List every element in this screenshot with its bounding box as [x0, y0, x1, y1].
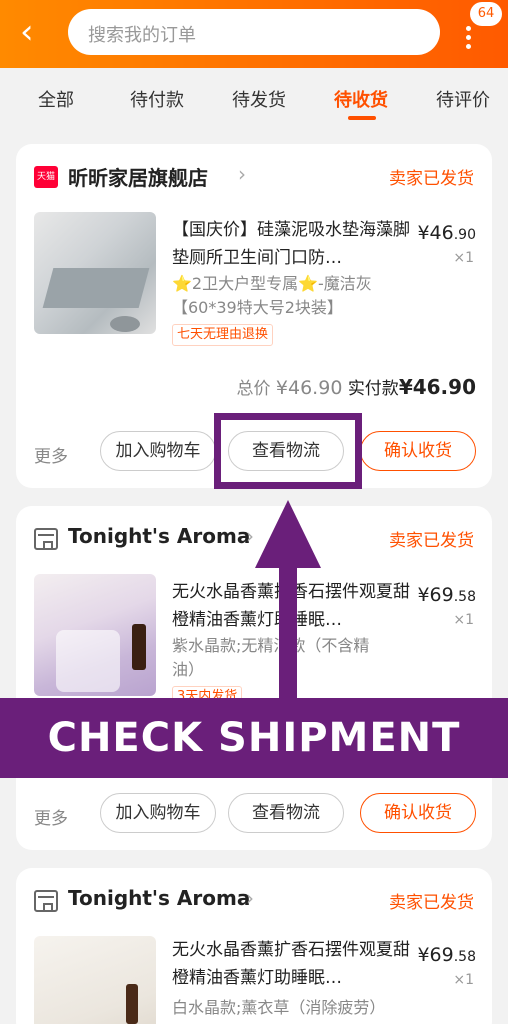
add-to-cart-button[interactable]: 加入购物车 [100, 793, 216, 833]
tab-pending-shipment[interactable]: 待发货 [232, 86, 286, 112]
store-icon [34, 890, 58, 912]
product-price: ¥69.58 [417, 944, 476, 966]
notification-badge: 64 [470, 2, 502, 26]
chevron-left-icon[interactable]: ‹ [20, 14, 50, 50]
shop-name[interactable]: Tonight's Aroma [68, 524, 250, 548]
product-price: ¥46.90 [417, 222, 476, 244]
order-total: 总价 ¥46.90 实付款¥46.90 [236, 375, 476, 399]
confirm-receipt-button[interactable]: 确认收货 [360, 431, 476, 471]
product-price: ¥69.58 [417, 584, 476, 606]
tmall-icon: 天猫 [34, 166, 58, 188]
shop-name[interactable]: 昕昕家居旗舰店 [68, 162, 208, 191]
product-sku: 白水晶款;薰衣草（消除疲劳） [172, 998, 386, 1017]
product-image[interactable] [34, 936, 156, 1024]
view-logistics-button[interactable]: 查看物流 [228, 793, 344, 833]
product-title[interactable]: 无火水晶香薰扩香石摆件观夏甜橙精油香薰灯助睡眠… [172, 936, 412, 992]
chevron-right-icon[interactable]: › [246, 886, 254, 910]
search-input[interactable]: 搜索我的订单 [68, 9, 440, 55]
star-icon: ⭐ [172, 274, 192, 293]
active-tab-indicator [348, 116, 376, 120]
tab-pending-review[interactable]: 待评价 [436, 86, 490, 112]
product-quantity: ×1 [453, 250, 474, 266]
more-button[interactable]: 更多 [34, 804, 68, 829]
order-card: Tonight's Aroma › 卖家已发货 无火水晶香薰扩香石摆件观夏甜橙精… [16, 868, 492, 1024]
chevron-right-icon[interactable]: › [238, 162, 246, 186]
highlight-box [214, 413, 362, 489]
chevron-right-icon[interactable]: › [246, 524, 254, 548]
search-placeholder: 搜索我的订单 [88, 25, 196, 46]
product-quantity: ×1 [453, 612, 474, 628]
tab-pending-payment[interactable]: 待付款 [130, 86, 184, 112]
store-icon [34, 528, 58, 550]
tab-pending-receipt[interactable]: 待收货 [334, 86, 388, 112]
instruction-banner: CHECK SHIPMENT [0, 698, 508, 778]
tab-all[interactable]: 全部 [38, 86, 74, 112]
order-card: Tonight's Aroma › 卖家已发货 无火水晶香薰扩香石摆件观夏甜橙精… [16, 506, 492, 850]
more-vertical-icon[interactable] [466, 26, 472, 50]
product-sku: ⭐2卫大户型专属⭐-魔洁灰 【60*39特大号2块装】 [172, 274, 372, 317]
arrow-up-icon [255, 500, 321, 568]
star-icon: ⭐ [298, 274, 319, 293]
top-bar: ‹ 搜索我的订单 64 [0, 0, 508, 68]
product-title[interactable]: 【国庆价】硅藻泥吸水垫海藻脚垫厕所卫生间门口防… [172, 216, 412, 272]
product-quantity: ×1 [453, 972, 474, 988]
arrow-shaft [279, 566, 297, 700]
order-status: 卖家已发货 [389, 893, 474, 913]
order-tabs: 全部 待付款 待发货 待收货 待评价 [0, 68, 508, 130]
confirm-receipt-button[interactable]: 确认收货 [360, 793, 476, 833]
shop-name[interactable]: Tonight's Aroma [68, 886, 250, 910]
product-image[interactable] [34, 212, 156, 334]
return-policy-tag: 七天无理由退换 [172, 324, 274, 346]
order-status: 卖家已发货 [389, 169, 474, 189]
order-status: 卖家已发货 [389, 531, 474, 551]
add-to-cart-button[interactable]: 加入购物车 [100, 431, 216, 471]
more-button[interactable]: 更多 [34, 442, 68, 467]
product-image[interactable] [34, 574, 156, 696]
